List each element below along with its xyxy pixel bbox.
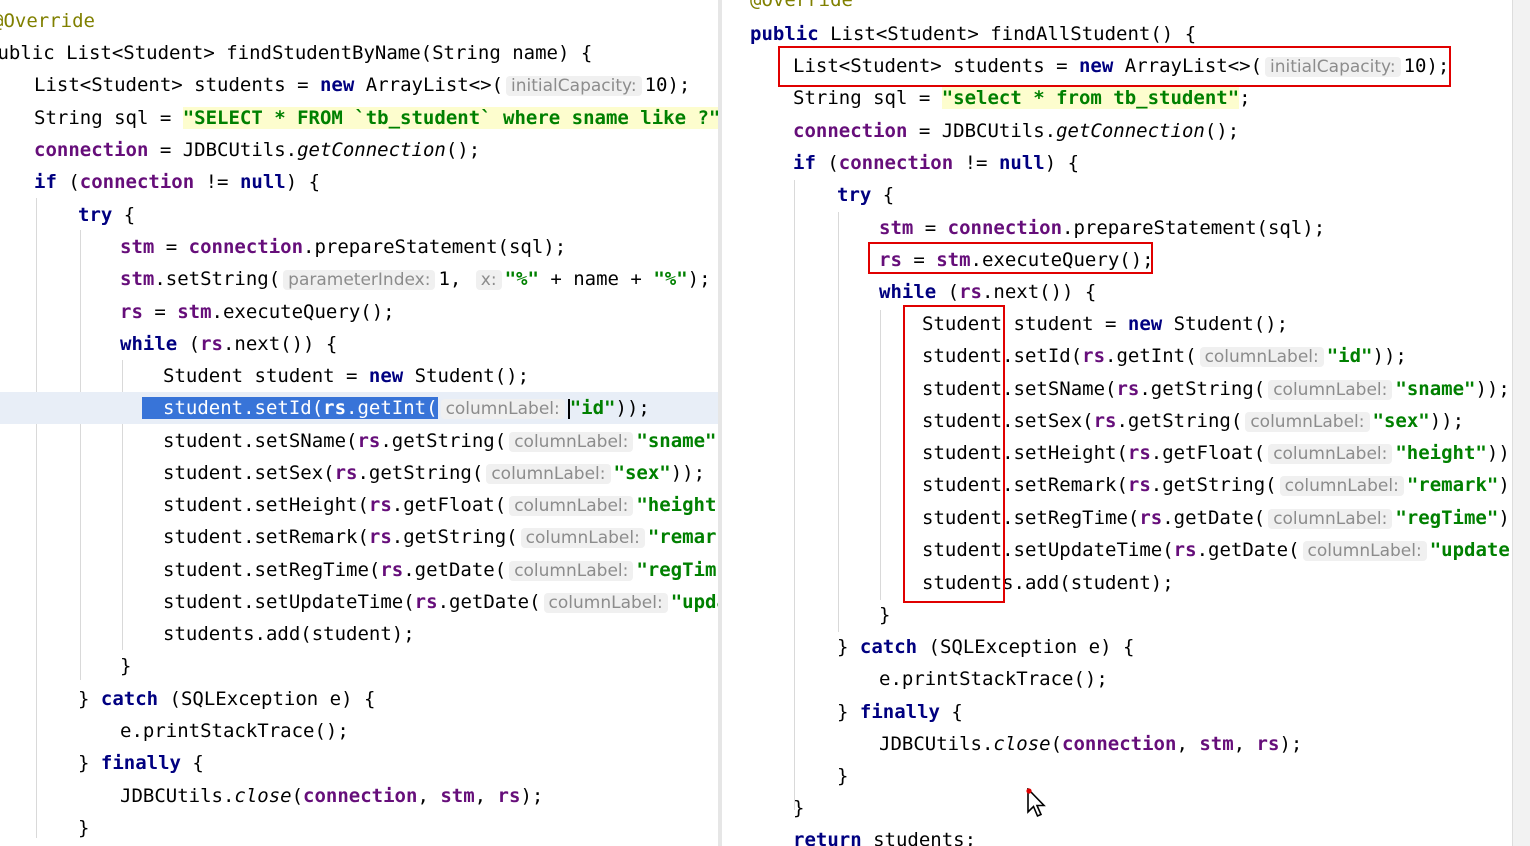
code-line-close-while: }: [879, 604, 891, 626]
code-line-printstacktrace: e.printStackTrace();: [879, 668, 1108, 690]
code-line-add: students.add(student);: [922, 572, 1174, 594]
param-hint: columnLabel:: [509, 432, 634, 452]
code-line-setremark: student.setRemark(rs.getString(columnLab…: [922, 474, 1510, 496]
code-line-add: students.add(student);: [163, 623, 415, 645]
code-line-setregtime: student.setRegTime(rs.getDate(columnLabe…: [922, 507, 1510, 529]
method-signature: public List<Student> findStudentByName(S…: [0, 42, 593, 64]
code-line-try: try {: [78, 204, 136, 226]
code-line-while: while (rs.next()) {: [879, 281, 1097, 303]
code-line-close-while: }: [120, 655, 132, 677]
code-line-setheight: student.setHeight(rs.getFloat(columnLabe…: [163, 494, 717, 516]
param-hint: columnLabel:: [440, 399, 565, 419]
code-line-setupdatetime: student.setUpdateTime(rs.getDate(columnL…: [922, 539, 1510, 561]
code-line-setid-selected[interactable]: student.setId(rs.getInt(columnLabel: "id"…: [0, 392, 718, 424]
param-hint: columnLabel:: [520, 528, 645, 548]
code-line-prepare: stm = connection.prepareStatement(sql);: [879, 217, 1326, 239]
code-line-close-finally: }: [837, 765, 849, 787]
vertical-scrollbar[interactable]: [1512, 0, 1530, 846]
code-line-list-decl: List<Student> students = new ArrayList<>…: [793, 55, 1450, 77]
code-line-setupdatetime: student.setUpdateTime(rs.getDate(columnL…: [163, 591, 718, 613]
code-line-close-if: }: [78, 817, 90, 839]
param-hint: columnLabel:: [1245, 412, 1370, 432]
code-line-finally: } finally {: [837, 701, 963, 723]
param-hint: columnLabel:: [1268, 509, 1393, 529]
param-hint: columnLabel:: [543, 593, 668, 613]
param-hint: initialCapacity:: [506, 76, 642, 96]
code-line-try: try {: [837, 184, 895, 206]
text-selection: student.setId(rs.getInt(: [142, 397, 438, 419]
code-line-close: JDBCUtils.close(connection, stm, rs);: [120, 785, 544, 807]
param-hint: initialCapacity:: [1265, 57, 1401, 77]
code-line-setstring: stm.setString(parameterIndex: 1, x: "%" + …: [120, 268, 711, 290]
code-line-setid: student.setId(rs.getInt(columnLabel: "id"…: [922, 345, 1407, 367]
code-line-finally: } finally {: [78, 752, 204, 774]
code-line-close: JDBCUtils.close(connection, stm, rs);: [879, 733, 1303, 755]
code-line-executequery: rs = stm.executeQuery();: [120, 301, 395, 323]
param-hint: columnLabel:: [1302, 541, 1427, 561]
code-line-setremark: student.setRemark(rs.getString(columnLab…: [163, 526, 717, 548]
mouse-pointer-icon: [1026, 788, 1046, 818]
code-line-close-if: }: [793, 797, 805, 819]
param-hint: columnLabel:: [486, 464, 611, 484]
code-line-new-student: Student student = new Student();: [163, 365, 530, 387]
code-line-while: while (rs.next()) {: [120, 333, 338, 355]
override-annotation: @Override: [0, 10, 95, 32]
code-line-if: if (connection != null) {: [34, 171, 321, 193]
code-line-sql: String sql = "SELECT * FROM `tb_student`…: [34, 102, 718, 134]
method-signature: public List<Student> findAllStudent() {: [750, 23, 1197, 45]
code-line-setsname: student.setSName(rs.getString(columnLabe…: [163, 430, 717, 452]
code-line-if: if (connection != null) {: [793, 152, 1080, 174]
param-hint: columnLabel:: [509, 496, 634, 516]
code-line-setsex: student.setSex(rs.getString(columnLabel:…: [163, 462, 706, 484]
code-line-connection: connection = JDBCUtils.getConnection();: [793, 120, 1240, 142]
code-line-prepare: stm = connection.prepareStatement(sql);: [120, 236, 567, 258]
code-line-return: return students;: [793, 829, 977, 846]
code-line-printstacktrace: e.printStackTrace();: [120, 720, 349, 742]
param-hint: columnLabel:: [1268, 380, 1393, 400]
code-line-catch: } catch (SQLException e) {: [78, 688, 376, 710]
left-editor-pane[interactable]: @Override public List<Student> findStude…: [0, 0, 718, 846]
right-editor-pane[interactable]: @Override public List<Student> findAllSt…: [722, 0, 1512, 846]
code-line-setsname: student.setSName(rs.getString(columnLabe…: [922, 378, 1510, 400]
code-line-list-decl: List<Student> students = new ArrayList<>…: [34, 74, 691, 96]
param-hint: parameterIndex:: [283, 270, 436, 290]
code-line-sql: String sql = "select * from tb_student";: [793, 87, 1251, 109]
code-line-executequery: rs = stm.executeQuery();: [879, 249, 1154, 271]
code-line-catch: } catch (SQLException e) {: [837, 636, 1135, 658]
param-hint: columnLabel:: [509, 561, 634, 581]
override-annotation: @Override: [750, 0, 853, 11]
code-line-connection: connection = JDBCUtils.getConnection();: [34, 139, 481, 161]
code-line-setheight: student.setHeight(rs.getFloat(columnLabe…: [922, 442, 1510, 464]
param-hint: columnLabel:: [1279, 476, 1404, 496]
code-line-setregtime: student.setRegTime(rs.getDate(columnLabe…: [163, 559, 717, 581]
param-hint: x:: [475, 270, 502, 290]
code-line-new-student: Student student = new Student();: [922, 313, 1289, 335]
param-hint: columnLabel:: [1199, 347, 1324, 367]
param-hint: columnLabel:: [1268, 444, 1393, 464]
code-line-setsex: student.setSex(rs.getString(columnLabel:…: [922, 410, 1465, 432]
